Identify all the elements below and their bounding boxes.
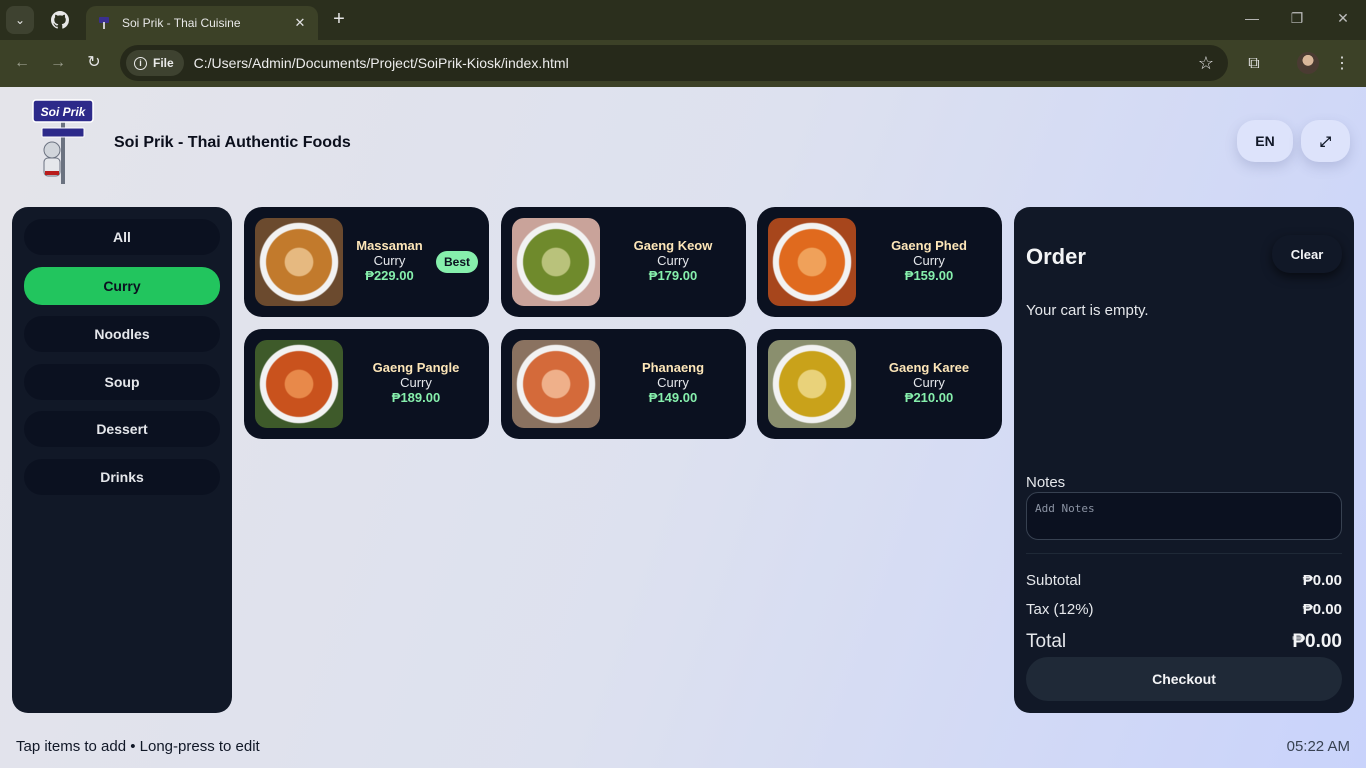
dish-price: ₱159.00	[904, 268, 954, 283]
category-dessert[interactable]: Dessert	[24, 411, 220, 447]
svg-text:Soi Prik: Soi Prik	[41, 105, 87, 119]
dish-price: ₱149.00	[648, 390, 698, 405]
checkout-button[interactable]: Checkout	[1026, 657, 1342, 701]
menu-card[interactable]: Phanaeng Curry ₱149.00	[501, 329, 746, 439]
tab-title: Soi Prik - Thai Cuisine	[122, 16, 241, 30]
site-info-chip[interactable]: i File	[126, 50, 184, 76]
dish-category: Curry	[913, 375, 945, 390]
clear-button[interactable]: Clear	[1272, 235, 1342, 273]
tax-label: Tax (12%)	[1026, 601, 1094, 618]
address-bar[interactable]: i File C:/Users/Admin/Documents/Project/…	[120, 45, 1228, 81]
best-badge: Best	[435, 251, 478, 273]
dish-image	[255, 340, 343, 428]
forward-icon[interactable]: →	[47, 52, 69, 74]
window-close-icon[interactable]: ✕	[1333, 10, 1353, 27]
back-icon[interactable]: ←	[11, 52, 33, 74]
language-button[interactable]: EN	[1237, 120, 1293, 162]
dish-image	[512, 218, 600, 306]
file-label: File	[153, 56, 174, 70]
dish-price: ₱229.00	[365, 268, 414, 283]
soi-prik-logo: Soi Prik	[30, 98, 96, 186]
dish-info: Massaman Curry ₱229.00	[340, 238, 439, 283]
dish-info: Gaeng Pangle Curry ₱189.00	[343, 360, 489, 405]
subtotal-label: Subtotal	[1026, 572, 1082, 589]
dish-name: Gaeng Phed	[891, 238, 967, 253]
total-value: ₱0.00	[1292, 631, 1342, 652]
dish-name: Gaeng Karee	[888, 360, 970, 375]
menu-card[interactable]: Gaeng Karee Curry ₱210.00	[757, 329, 1002, 439]
dish-image	[255, 218, 343, 306]
total-row: Total ₱0.00	[1026, 631, 1342, 653]
url-text[interactable]: C:/Users/Admin/Documents/Project/SoiPrik…	[194, 55, 1198, 71]
info-icon: i	[134, 56, 147, 70]
active-browser-tab[interactable]: Soi Prik - Thai Cuisine ✕	[86, 6, 318, 40]
reload-icon[interactable]: ↻	[83, 52, 105, 74]
divider	[1026, 553, 1342, 554]
category-all[interactable]: All	[24, 219, 220, 255]
subtotal-value: ₱0.00	[1302, 572, 1342, 589]
menu-card[interactable]: Massaman Curry ₱229.00 Best	[244, 207, 489, 317]
menu-card[interactable]: Gaeng Phed Curry ₱159.00	[757, 207, 1002, 317]
dish-category: Curry	[913, 253, 945, 268]
dish-name: Phanaeng	[641, 360, 705, 375]
brand-title: Soi Prik - Thai Authentic Foods	[114, 134, 351, 151]
category-curry[interactable]: Curry	[24, 266, 220, 305]
total-label: Total	[1026, 631, 1067, 652]
dish-image	[512, 340, 600, 428]
bookmark-star-icon[interactable]: ☆	[1198, 53, 1214, 74]
restore-icon[interactable]: ❐	[1287, 10, 1307, 27]
chevron-down-icon: ⌄	[14, 13, 26, 27]
category-drinks[interactable]: Drinks	[24, 458, 220, 495]
notes-input[interactable]	[1026, 492, 1342, 540]
order-panel: Order Clear Your cart is empty. Notes Su…	[1014, 207, 1354, 713]
category-soup[interactable]: Soup	[24, 363, 220, 400]
dish-info: Gaeng Keow Curry ₱179.00	[600, 238, 746, 283]
dish-category: Curry	[657, 375, 689, 390]
new-tab-button[interactable]: +	[328, 8, 350, 30]
favicon-icon	[96, 15, 112, 31]
close-icon[interactable]: ✕	[292, 15, 308, 31]
dish-category: Curry	[657, 253, 689, 268]
dish-info: Gaeng Phed Curry ₱159.00	[856, 238, 1002, 283]
menu-card[interactable]: Gaeng Keow Curry ₱179.00	[501, 207, 746, 317]
profile-avatar[interactable]	[1297, 52, 1319, 74]
category-noodles[interactable]: Noodles	[24, 316, 220, 352]
dish-price: ₱210.00	[904, 390, 954, 405]
browser-tab-strip: ⌄ Soi Prik - Thai Cuisine ✕ + — ❐ ✕	[0, 0, 1366, 40]
subtotal-row: Subtotal ₱0.00	[1026, 572, 1342, 589]
empty-cart-message: Your cart is empty.	[1026, 302, 1149, 319]
dish-name: Gaeng Keow	[633, 238, 713, 253]
fullscreen-button[interactable]: ⤢	[1301, 120, 1350, 162]
notes-label: Notes	[1026, 474, 1066, 491]
minimize-icon[interactable]: —	[1242, 10, 1262, 26]
dish-info: Phanaeng Curry ₱149.00	[600, 360, 746, 405]
extensions-icon[interactable]: ⧉	[1242, 52, 1266, 76]
clock: 05:22 AM	[1286, 738, 1350, 755]
dish-category: Curry	[373, 253, 406, 268]
order-title: Order	[1026, 244, 1086, 269]
dish-info: Gaeng Karee Curry ₱210.00	[856, 360, 1002, 405]
tab-search-button[interactable]: ⌄	[6, 6, 34, 34]
dish-name: Gaeng Pangle	[372, 360, 460, 375]
tax-value: ₱0.00	[1302, 601, 1342, 618]
kiosk-page: Soi Prik Soi Prik - Thai Authentic Foods…	[0, 87, 1366, 768]
github-icon[interactable]	[48, 8, 72, 32]
expand-icon: ⤢	[1319, 132, 1332, 149]
dish-category: Curry	[400, 375, 432, 390]
dish-price: ₱179.00	[648, 268, 698, 283]
dish-image	[768, 218, 856, 306]
browser-toolbar: ← → ↻ i File C:/Users/Admin/Documents/Pr…	[0, 40, 1366, 87]
dish-image	[768, 340, 856, 428]
category-sidebar: All Curry Noodles Soup Dessert Drinks	[12, 207, 232, 713]
dish-price: ₱189.00	[391, 390, 441, 405]
menu-card[interactable]: Gaeng Pangle Curry ₱189.00	[244, 329, 489, 439]
menu-dots-icon[interactable]: ⋮	[1330, 52, 1354, 76]
tax-row: Tax (12%) ₱0.00	[1026, 601, 1342, 618]
footer-hint: Tap items to add • Long-press to edit	[16, 738, 260, 755]
dish-name: Massaman	[356, 238, 423, 253]
